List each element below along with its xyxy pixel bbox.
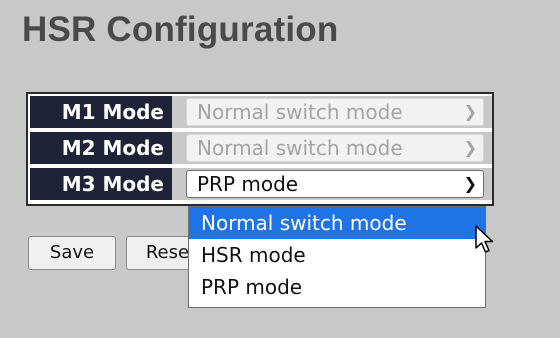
m3-mode-label: M3 Mode [30,168,172,200]
dropdown-option-prp-mode[interactable]: PRP mode [189,271,485,303]
m1-mode-label: M1 Mode [30,96,172,128]
m3-mode-cell: PRP mode ❯ [172,168,492,200]
m3-mode-value: PRP mode [197,172,299,196]
m2-mode-select[interactable]: Normal switch mode ❯ [186,134,484,162]
m2-mode-label: M2 Mode [30,132,172,164]
m2-mode-value: Normal switch mode [197,136,403,160]
hsr-mode-table: M1 Mode Normal switch mode ❯ M2 Mode Nor… [26,92,494,206]
m1-mode-value: Normal switch mode [197,100,403,124]
mouse-pointer-icon [475,225,494,253]
chevron-down-icon: ❯ [463,174,477,193]
m3-mode-select[interactable]: PRP mode ❯ [186,170,484,198]
dropdown-option-normal-switch-mode[interactable]: Normal switch mode [189,207,485,239]
page-title: HSR Configuration [22,10,339,49]
m1-mode-select[interactable]: Normal switch mode ❯ [186,98,484,126]
m2-mode-cell: Normal switch mode ❯ [172,132,492,164]
m1-mode-cell: Normal switch mode ❯ [172,96,492,128]
m3-mode-dropdown: Normal switch mode HSR mode PRP mode [188,206,486,308]
chevron-down-icon: ❯ [463,102,477,121]
save-button[interactable]: Save [28,236,116,270]
chevron-down-icon: ❯ [463,138,477,157]
dropdown-option-hsr-mode[interactable]: HSR mode [189,239,485,271]
